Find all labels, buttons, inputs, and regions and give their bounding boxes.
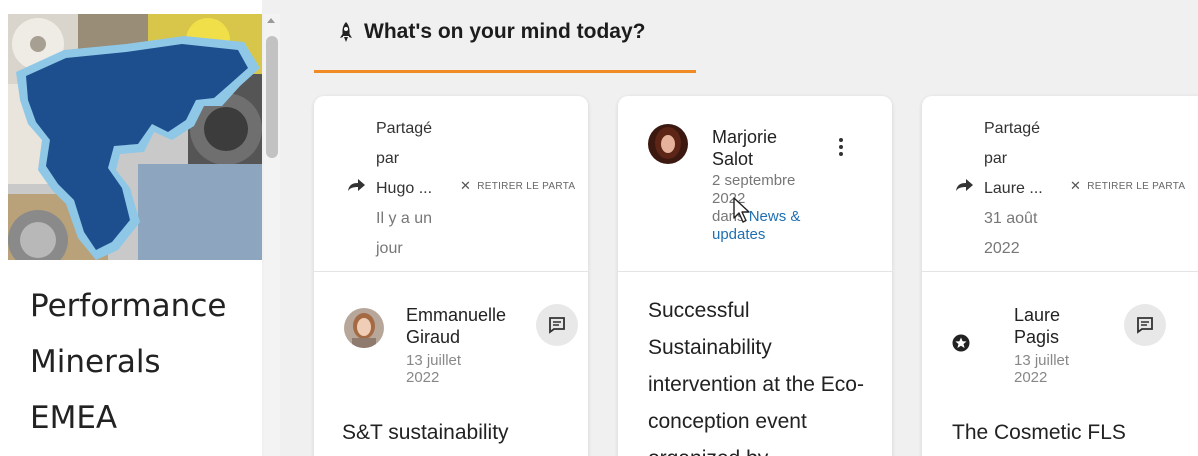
post-card[interactable]: Marjorie Salot 2 septembre 2022 dans New… xyxy=(618,96,892,456)
author-name[interactable]: Marjorie Salot xyxy=(712,126,822,170)
share-info: Partagé par Laure ... 31 août 2022 xyxy=(984,114,1064,264)
share-info: Partagé par Hugo ... Il y a un jour xyxy=(376,114,456,264)
post-title[interactable]: The Cosmetic FLS xyxy=(952,414,1192,451)
remove-share-label: RETIRER LE PARTA xyxy=(477,180,576,192)
post-meta: 2 septembre 2022 dans News & updates xyxy=(712,172,822,244)
post-title[interactable]: Successful Sustainability intervention a… xyxy=(648,292,868,456)
close-icon: ✕ xyxy=(460,178,472,193)
avatar[interactable] xyxy=(344,308,384,348)
author-name[interactable]: Laure Pagis xyxy=(1014,304,1084,348)
left-panel: Performance Minerals EMEA xyxy=(0,0,262,456)
post-date: 2 septembre 2022 xyxy=(712,172,796,207)
site-title: Performance Minerals EMEA xyxy=(30,288,227,436)
author-name[interactable]: Emmanuelle Giraud xyxy=(406,304,526,348)
hero-image xyxy=(8,14,262,260)
section-title: What's on your mind today? xyxy=(338,20,646,44)
share-arrow-icon xyxy=(348,179,365,191)
share-arrow-icon xyxy=(956,179,973,191)
remove-share-button[interactable]: ✕ RETIRER LE PARTA xyxy=(1070,178,1185,194)
post-header: Marjorie Salot 2 septembre 2022 dans New… xyxy=(618,96,892,272)
share-label: Partagé xyxy=(984,120,1041,137)
mouse-cursor-icon xyxy=(733,197,750,223)
title-underline xyxy=(314,70,696,73)
comment-icon xyxy=(1137,317,1153,334)
comment-icon xyxy=(549,317,565,334)
more-vertical-icon[interactable] xyxy=(838,138,844,156)
post-title[interactable]: S&T sustainability xyxy=(342,414,572,451)
remove-share-button[interactable]: ✕ RETIRER LE PARTA xyxy=(460,178,575,194)
scrollbar[interactable] xyxy=(264,14,280,456)
avatar[interactable] xyxy=(648,124,688,164)
post-date: 13 juillet 2022 xyxy=(406,352,462,386)
share-header: Partagé par Hugo ... Il y a un jour ✕ RE… xyxy=(314,96,588,272)
share-user[interactable]: Laure ... xyxy=(984,174,1064,204)
rocket-icon xyxy=(340,22,352,42)
share-user[interactable]: Hugo ... xyxy=(376,174,456,204)
share-by: par xyxy=(984,150,1008,167)
share-time: 31 août 2022 xyxy=(984,210,1038,257)
section-title-text: What's on your mind today? xyxy=(364,20,646,43)
scroll-up-arrow-icon[interactable] xyxy=(267,18,275,23)
remove-share-label: RETIRER LE PARTA xyxy=(1087,180,1186,192)
star-badge-icon xyxy=(952,334,970,352)
scrollbar-thumb[interactable] xyxy=(266,36,278,158)
close-icon: ✕ xyxy=(1070,178,1082,193)
post-card[interactable]: Partagé par Hugo ... Il y a un jour ✕ RE… xyxy=(314,96,588,456)
comment-button[interactable] xyxy=(536,304,578,346)
share-by: par xyxy=(376,150,400,167)
post-card[interactable]: Partagé par Laure ... 31 août 2022 ✕ RET… xyxy=(922,96,1198,456)
share-header: Partagé par Laure ... 31 août 2022 ✕ RET… xyxy=(922,96,1198,272)
share-label: Partagé xyxy=(376,120,433,137)
post-date: 13 juillet 2022 xyxy=(1014,352,1070,386)
share-time: Il y a un jour xyxy=(376,210,433,257)
comment-button[interactable] xyxy=(1124,304,1166,346)
